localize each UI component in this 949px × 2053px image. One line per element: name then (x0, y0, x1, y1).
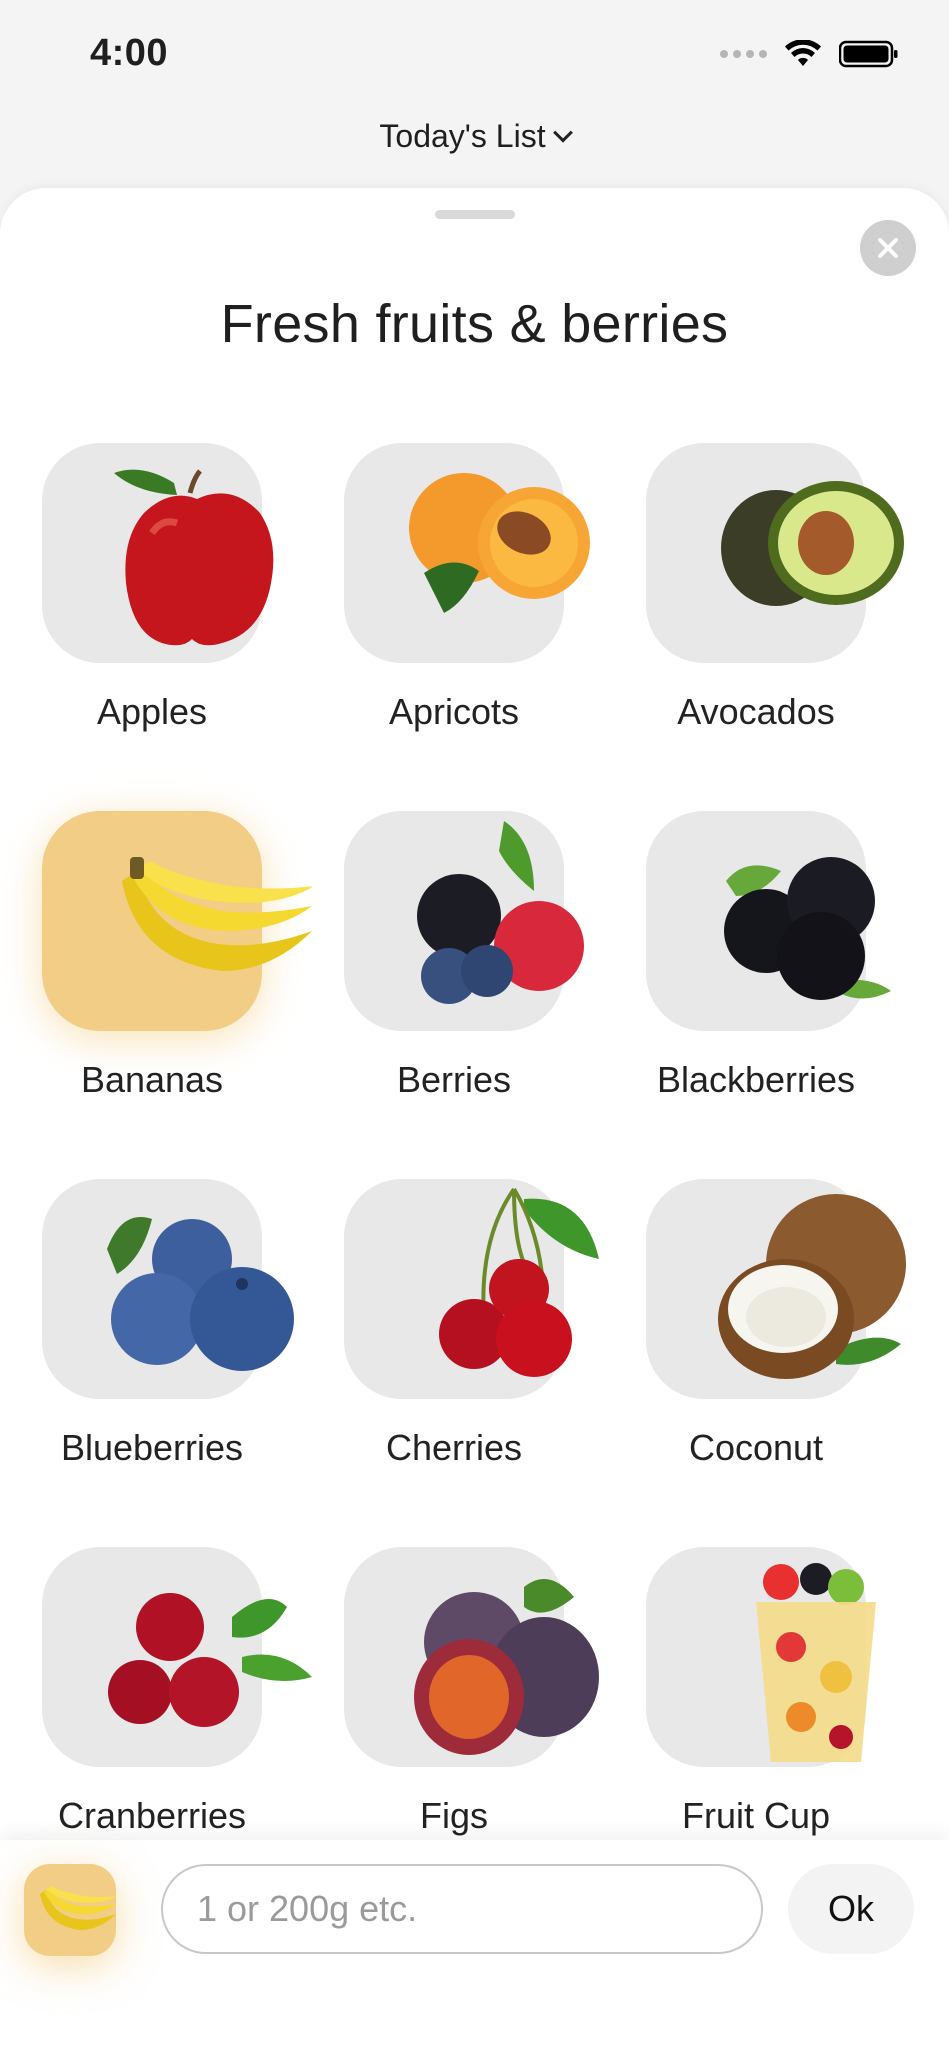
item-tile-bananas[interactable]: Bananas (42, 811, 312, 1131)
item-label: Bananas (80, 1059, 224, 1100)
item-tile-figs[interactable]: Figs (344, 1547, 604, 1867)
item-tile-apples[interactable]: Apples (42, 443, 302, 763)
sheet-title: Fresh fruits & berries (220, 294, 729, 354)
item-tile-berries[interactable]: Berries (344, 811, 604, 1131)
status-bar: 4:00 (0, 0, 949, 110)
coconut-icon (718, 1194, 906, 1379)
status-time: 4:00 (90, 32, 169, 74)
berries-icon (417, 821, 584, 1004)
blueberry-icon (107, 1217, 294, 1371)
item-label: Figs (419, 1795, 488, 1836)
item-label: Blackberries (656, 1059, 856, 1100)
apricot-icon (409, 473, 590, 613)
item-label: Avocados (677, 691, 835, 732)
item-label: Fruit Cup (681, 1795, 831, 1836)
close-icon (878, 238, 898, 258)
apple-icon (114, 469, 274, 646)
avocado-icon (721, 481, 904, 606)
chevron-down-icon (552, 122, 573, 143)
item-tile-cherries[interactable]: Cherries (344, 1179, 604, 1499)
close-button[interactable] (860, 220, 916, 276)
item-tile-coconut[interactable]: Coconut (646, 1179, 906, 1499)
item-label: Coconut (688, 1427, 824, 1468)
list-title: Today's List (379, 118, 546, 154)
item-tile-blueberries[interactable]: Blueberries (42, 1179, 302, 1499)
banana-icon (122, 857, 312, 971)
battery-icon (839, 40, 898, 68)
item-label: Cranberries (57, 1795, 247, 1836)
item-label: Cherries (385, 1427, 523, 1468)
item-tile-avocados[interactable]: Avocados (646, 443, 906, 763)
cranberry-icon (108, 1593, 312, 1727)
item-tile-fruit-cup[interactable]: Fruit Cup (646, 1547, 906, 1867)
item-tile-cranberries[interactable]: Cranberries (42, 1547, 312, 1867)
item-label: Apples (96, 691, 208, 732)
status-icons (720, 40, 899, 68)
item-label: Apricots (388, 691, 520, 732)
item-tile-blackberries[interactable]: Blackberries (646, 811, 906, 1131)
blackberry-icon (724, 857, 891, 1000)
fig-icon (414, 1579, 599, 1755)
item-tile-apricots[interactable]: Apricots (344, 443, 604, 763)
cherry-icon (439, 1187, 599, 1377)
banana-icon (40, 1886, 116, 1930)
selected-item-thumbnail (24, 1864, 116, 1956)
quantity-bar: Ok (0, 1840, 949, 2053)
sheet-grabber[interactable] (435, 210, 515, 219)
ok-button[interactable]: Ok (788, 1864, 914, 1954)
wifi-icon (785, 40, 821, 66)
cellular-signal-icon (720, 50, 767, 58)
item-label: Berries (396, 1059, 512, 1100)
quantity-input[interactable] (161, 1864, 763, 1954)
fruit-cup-icon (756, 1563, 876, 1762)
item-label: Blueberries (60, 1427, 244, 1468)
list-selector[interactable]: Today's List (0, 118, 949, 155)
category-sheet: Fresh fruits & berries Apples Apricots A… (0, 188, 949, 2053)
